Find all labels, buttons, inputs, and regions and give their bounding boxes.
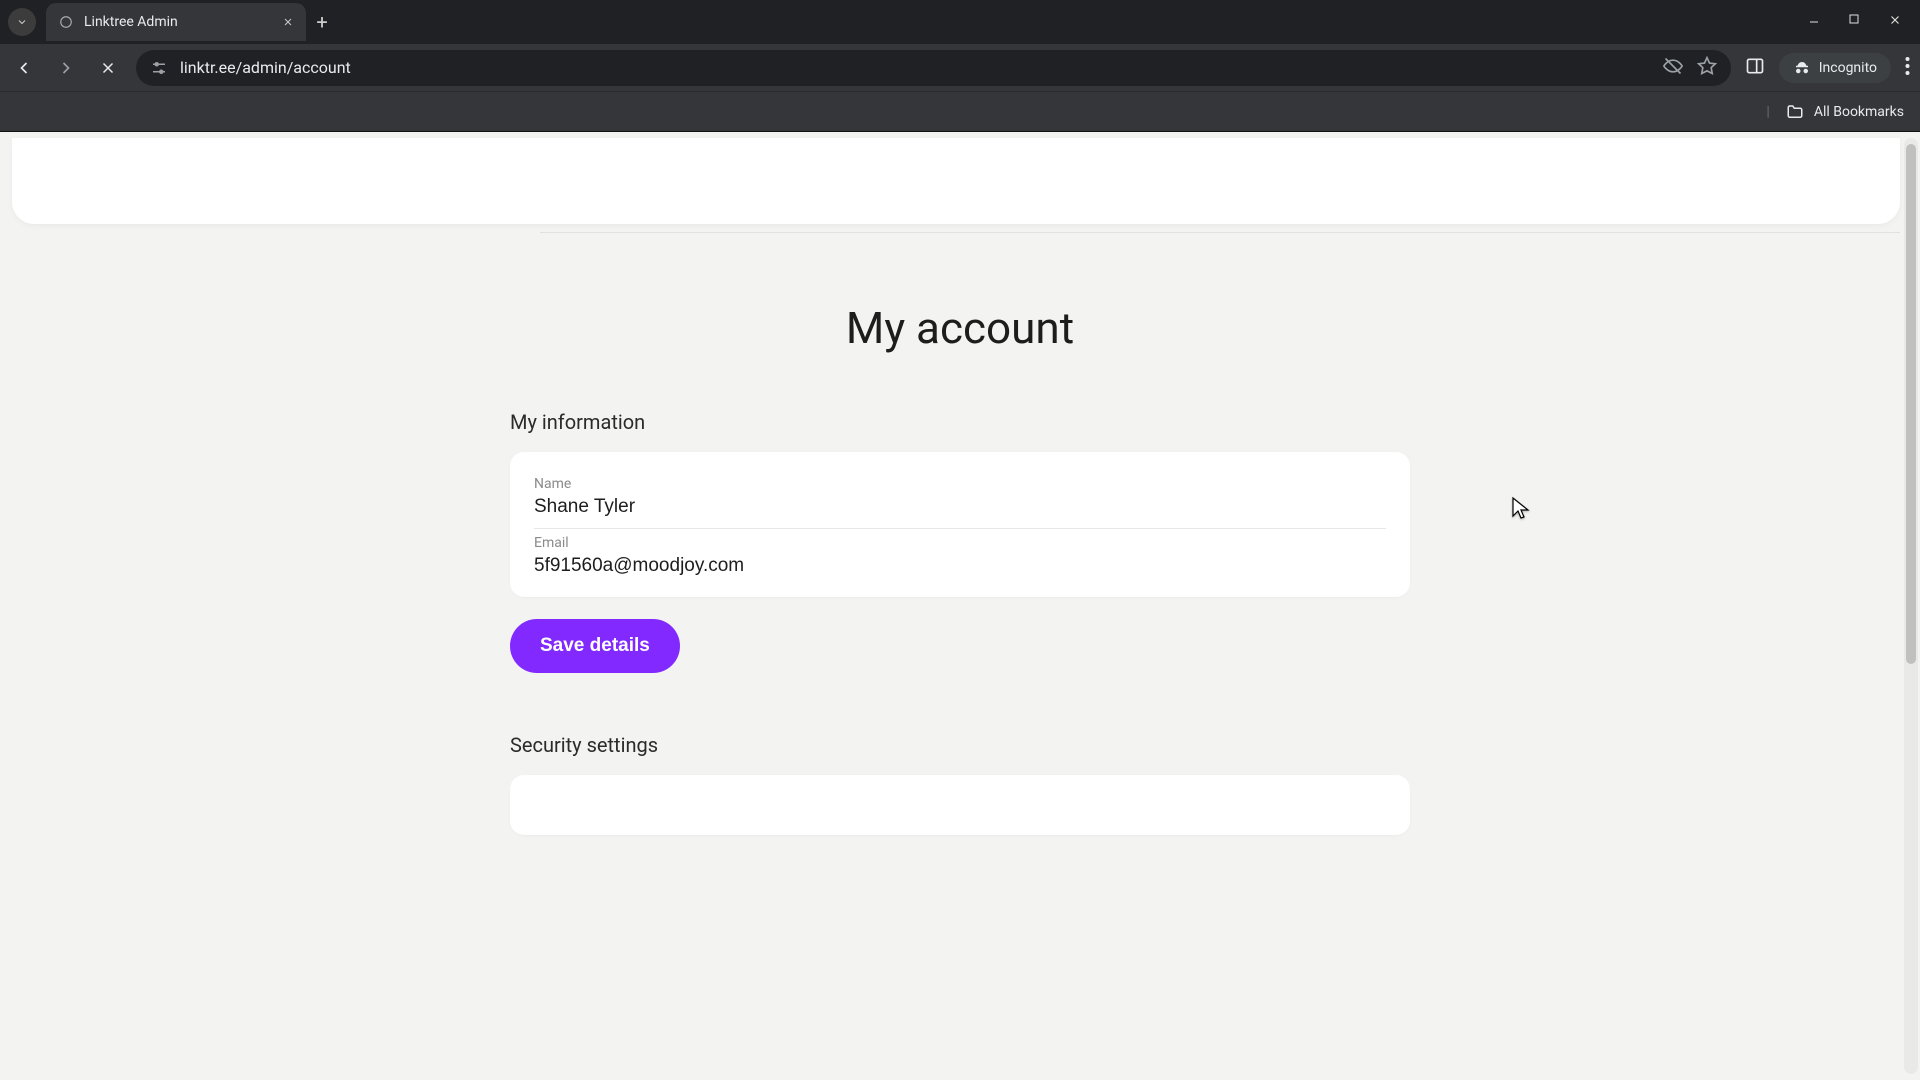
forward-button[interactable]: [52, 54, 80, 82]
save-details-button[interactable]: Save details: [510, 619, 680, 673]
browser-toolbar: linktr.ee/admin/account Incognito: [0, 44, 1920, 92]
name-input[interactable]: [534, 494, 1386, 520]
my-information-section: My information Name Email Save details: [510, 410, 1410, 673]
incognito-label: Incognito: [1819, 60, 1877, 76]
section-label-info: My information: [510, 410, 1410, 434]
incognito-chip[interactable]: Incognito: [1779, 53, 1891, 83]
security-card: [510, 775, 1410, 835]
close-window-button[interactable]: [1888, 13, 1902, 31]
name-field: Name: [534, 470, 1386, 529]
divider: |: [1766, 104, 1769, 120]
tab-favicon-icon: [58, 14, 74, 30]
stop-loading-button[interactable]: [94, 54, 122, 82]
security-settings-section: Security settings: [510, 733, 1410, 835]
scrollbar-thumb[interactable]: [1906, 144, 1916, 664]
close-tab-button[interactable]: [282, 13, 294, 32]
address-url: linktr.ee/admin/account: [180, 58, 1651, 77]
tab-bar: Linktree Admin +: [0, 0, 1920, 44]
new-tab-button[interactable]: +: [306, 10, 338, 34]
bookmarks-bar: | All Bookmarks: [0, 92, 1920, 132]
folder-icon: [1786, 103, 1804, 121]
minimize-button[interactable]: [1808, 13, 1820, 31]
page-title: My account: [846, 302, 1074, 354]
side-panel-icon[interactable]: [1745, 56, 1765, 80]
email-input[interactable]: [534, 553, 1386, 579]
tab-title: Linktree Admin: [84, 14, 272, 30]
maximize-button[interactable]: [1848, 13, 1860, 31]
browser-tab[interactable]: Linktree Admin: [46, 3, 306, 41]
bookmark-star-icon[interactable]: [1697, 56, 1717, 80]
info-card: Name Email: [510, 452, 1410, 597]
email-label: Email: [534, 535, 1386, 551]
incognito-icon: [1793, 59, 1811, 77]
name-label: Name: [534, 476, 1386, 492]
chevron-down-icon: [16, 13, 28, 32]
page-viewport: My account My information Name Email Sav…: [0, 132, 1920, 1080]
tab-search-dropdown[interactable]: [8, 8, 36, 36]
browser-menu-icon[interactable]: [1905, 57, 1910, 79]
back-button[interactable]: [10, 54, 38, 82]
site-settings-icon[interactable]: [150, 59, 168, 77]
page-content: My account My information Name Email Sav…: [0, 132, 1920, 1080]
tracking-off-icon[interactable]: [1663, 56, 1683, 80]
address-bar[interactable]: linktr.ee/admin/account: [136, 50, 1731, 86]
email-field: Email: [534, 529, 1386, 587]
all-bookmarks-button[interactable]: All Bookmarks: [1814, 104, 1904, 120]
browser-chrome: Linktree Admin +: [0, 0, 1920, 132]
window-controls: [1808, 13, 1920, 31]
section-label-security: Security settings: [510, 733, 1410, 757]
scrollbar-track[interactable]: [1904, 138, 1918, 1074]
